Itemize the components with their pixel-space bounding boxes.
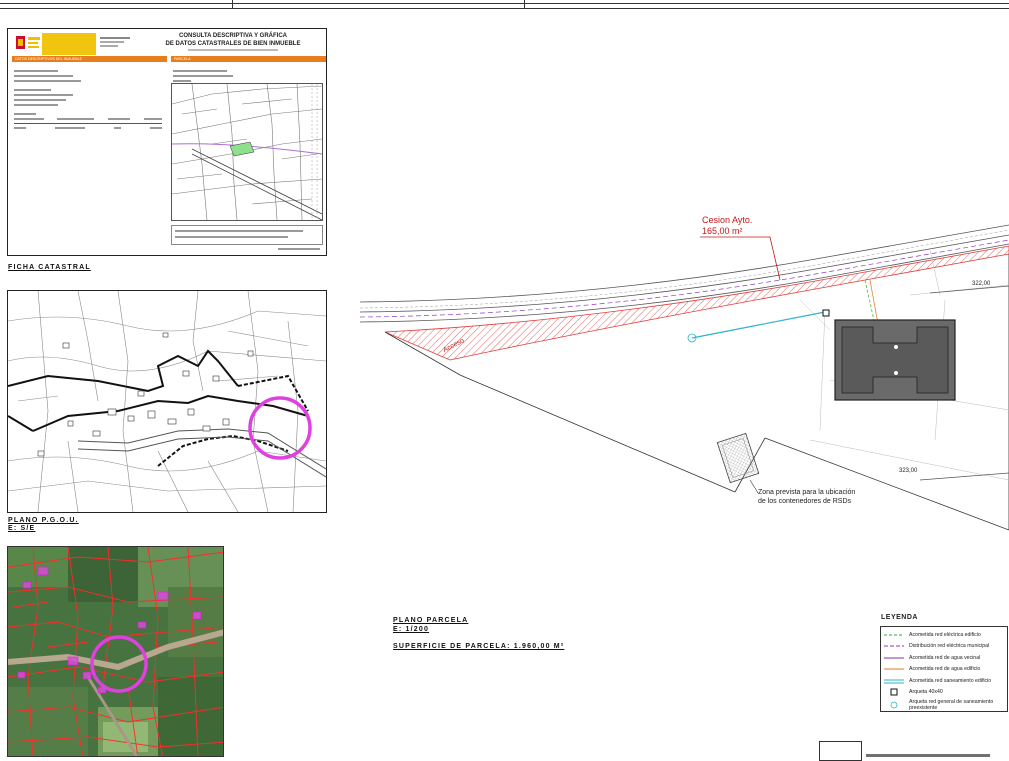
cesion-label: Cesion Ayto. 165,00 m² bbox=[702, 215, 753, 236]
legend-box: Acometida red eléctrica edificio Distrib… bbox=[880, 626, 1008, 712]
legend-item: Acometida red eléctrica edificio bbox=[884, 631, 981, 638]
legend-item: Distribución red eléctrica municipal bbox=[884, 643, 990, 650]
catastro-logo-text bbox=[100, 35, 130, 49]
legend-title: LEYENDA bbox=[881, 614, 918, 621]
legend-item: Acometida red de agua vecinal bbox=[884, 654, 981, 661]
ficha-right-section-bar: PARCELA bbox=[171, 56, 326, 62]
ficha-header-title: CONSULTA DESCRIPTIVA Y GRÁFICA DE DATOS … bbox=[165, 33, 301, 47]
parcela-plan: Cesion Ayto. 165,00 m² Acceso 322,00 323… bbox=[330, 200, 1009, 540]
building-footprint bbox=[834, 319, 956, 401]
parcela-title-block: PLANO PARCELA E: 1/200 SUPERFICIE DE PAR… bbox=[393, 617, 565, 650]
ministerio-block bbox=[42, 33, 96, 55]
title-block-stub bbox=[819, 741, 862, 761]
pgou-caption: PLANO P.G.O.U. E: S/E bbox=[8, 517, 79, 532]
elevation-322: 322,00 bbox=[972, 281, 991, 287]
ficha-caption: FICHA CATASTRAL bbox=[8, 264, 91, 271]
rsd-container-zone bbox=[716, 432, 760, 484]
legend-item: Arqueta 40x40 bbox=[884, 687, 1004, 699]
legend-item: Arqueta red general de saneamiento preex… bbox=[884, 698, 1004, 712]
ficha-left-section-bar: DATOS DESCRIPTIVOS DEL INMUEBLE bbox=[12, 56, 167, 62]
ficha-catastral-sheet: CONSULTA DESCRIPTIVA Y GRÁFICA DE DATOS … bbox=[7, 28, 327, 256]
sheet-top-border bbox=[0, 0, 1009, 9]
gobierno-logo bbox=[14, 34, 42, 54]
rsd-zone-label: Zona prevista para la ubicación de los c… bbox=[758, 489, 856, 505]
aerial-orthophoto bbox=[7, 546, 224, 757]
legend-item: Acometida red de agua edificio bbox=[884, 666, 981, 673]
elevation-323: 323,00 bbox=[899, 468, 918, 474]
legend-item: Acometida red saneamiento edificio bbox=[884, 677, 992, 684]
pgou-map bbox=[7, 290, 327, 513]
ficha-cadastral-map bbox=[171, 83, 323, 221]
ficha-descriptive-data bbox=[14, 67, 162, 129]
